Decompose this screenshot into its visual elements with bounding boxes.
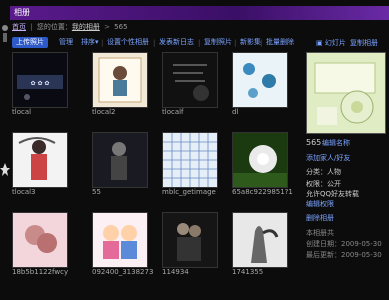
photo-grid: ✿ ✿ ✿ tlocal tlocal2 tlocalf dl tlocal3 … bbox=[10, 50, 300, 300]
delete-album-link[interactable]: 删除相册 bbox=[306, 213, 334, 223]
photo-thumbnail[interactable]: ✿ ✿ ✿ bbox=[12, 52, 68, 108]
photo-thumbnail[interactable] bbox=[92, 212, 148, 268]
photo-item[interactable]: mblc_getimage bbox=[160, 130, 230, 208]
photo-caption[interactable]: 65a8c9229851?1 bbox=[232, 188, 293, 196]
toolbar-new-album[interactable]: 新影集 bbox=[240, 37, 261, 48]
toolbar-divider: | bbox=[153, 39, 156, 47]
photo-caption[interactable]: 1741355 bbox=[232, 268, 263, 276]
album-cover-thumbnail[interactable] bbox=[306, 52, 386, 134]
upload-photo-button[interactable]: 上传照片 bbox=[12, 37, 48, 48]
album-reprint: 允许QQ好友转载 bbox=[306, 190, 360, 198]
copy-album-link[interactable]: 复制相册 bbox=[350, 38, 378, 48]
invite-link[interactable]: 添加家人/好友 bbox=[306, 153, 350, 163]
photo-caption[interactable]: tlocalf bbox=[162, 108, 184, 116]
svg-text:✿ ✿ ✿: ✿ ✿ ✿ bbox=[31, 80, 50, 87]
edit-permission-link[interactable]: 编辑权限 bbox=[306, 199, 334, 209]
photo-caption[interactable]: dl bbox=[232, 108, 238, 116]
toolbar-sort[interactable]: 排序▾ bbox=[81, 37, 99, 48]
window-titlebar: 相册 bbox=[10, 6, 389, 20]
photo-item[interactable]: tlocal3 bbox=[10, 130, 80, 208]
photo-thumbnail[interactable] bbox=[12, 212, 68, 268]
toolbar-divider: | bbox=[198, 39, 201, 47]
toolbar-copy-photos[interactable]: 复制照片 bbox=[204, 37, 232, 48]
album-created: 创建日期：2009-05-30 bbox=[306, 240, 382, 248]
photo-thumbnail[interactable] bbox=[92, 132, 148, 188]
slideshow-link[interactable]: ▣ 幻灯片 bbox=[316, 38, 346, 48]
photo-thumbnail[interactable] bbox=[162, 52, 218, 108]
photo-item[interactable]: 55 bbox=[90, 130, 160, 208]
photo-thumbnail[interactable] bbox=[162, 132, 218, 188]
photo-item[interactable]: 18b5b1122fwcy bbox=[10, 210, 80, 288]
toolbar-divider: | bbox=[101, 39, 104, 47]
album-permission: 权限：公开 bbox=[306, 180, 341, 188]
album-category: 分类：人物 bbox=[306, 168, 341, 176]
breadcrumb: 首页 | 您的位置：我的相册 > 565 bbox=[12, 22, 389, 33]
toolbar-new-blog[interactable]: 发表新日志 bbox=[159, 37, 194, 48]
photo-item[interactable]: tlocalf bbox=[160, 50, 230, 128]
photo-thumbnail[interactable] bbox=[12, 132, 68, 188]
photo-caption[interactable]: tlocal bbox=[12, 108, 31, 116]
slideshow-icon: ▣ bbox=[316, 39, 323, 47]
nav-location-label: 您的位置： bbox=[36, 23, 72, 31]
photo-item[interactable]: dl bbox=[230, 50, 300, 128]
side-app-icon[interactable] bbox=[0, 20, 10, 46]
photo-item[interactable]: 092400_3138273 bbox=[90, 210, 160, 288]
nav-separator: | bbox=[30, 23, 33, 31]
toolbar-manage[interactable]: 管理 bbox=[59, 37, 73, 48]
photo-caption[interactable]: tlocal3 bbox=[12, 188, 36, 196]
toolbar-divider: | bbox=[234, 39, 237, 47]
album-name: 565 bbox=[306, 138, 322, 147]
photo-item[interactable]: 1741355 bbox=[230, 210, 300, 288]
photo-caption[interactable]: tlocal2 bbox=[92, 108, 116, 116]
photo-thumbnail[interactable] bbox=[162, 212, 218, 268]
photo-caption[interactable]: 092400_3138273 bbox=[92, 268, 153, 276]
nav-separator: > bbox=[104, 23, 110, 31]
photo-item[interactable]: ✿ ✿ ✿ tlocal bbox=[10, 50, 80, 128]
nav-home-link[interactable]: 首页 bbox=[12, 23, 26, 31]
photo-item[interactable]: 114934 bbox=[160, 210, 230, 288]
photo-caption[interactable]: 55 bbox=[92, 188, 101, 196]
photo-thumbnail[interactable] bbox=[92, 52, 148, 108]
photo-caption[interactable]: 18b5b1122fwcy bbox=[12, 268, 68, 276]
photo-caption[interactable]: mblc_getimage bbox=[162, 188, 216, 196]
photo-item[interactable]: 65a8c9229851?1 bbox=[230, 130, 300, 208]
photo-thumbnail[interactable] bbox=[232, 132, 288, 188]
nav-crumb-album[interactable]: 我的相册 bbox=[72, 23, 100, 31]
nav-current: 565 bbox=[114, 23, 128, 31]
album-side-panel: ▣ 幻灯片 复制相册 565 编辑名称 添加家人/好友 分类：人物 权限：公开 … bbox=[304, 36, 389, 300]
toolbar-batch-delete[interactable]: 批量删除 bbox=[266, 37, 294, 48]
photo-thumbnail[interactable] bbox=[232, 212, 288, 268]
window-title: 相册 bbox=[14, 8, 30, 17]
photo-item[interactable]: tlocal2 bbox=[90, 50, 160, 128]
edit-name-link[interactable]: 编辑名称 bbox=[322, 138, 350, 148]
toolbar-divider: | bbox=[260, 39, 263, 47]
desktop-ghost-icon[interactable] bbox=[0, 160, 10, 180]
toolbar-personalize[interactable]: 设置个性相册 bbox=[107, 37, 149, 48]
photo-caption[interactable]: 114934 bbox=[162, 268, 189, 276]
photo-thumbnail[interactable] bbox=[232, 52, 288, 108]
album-stats: 本相册共 bbox=[306, 229, 334, 237]
album-updated: 最后更新：2009-05-30 bbox=[306, 251, 382, 259]
